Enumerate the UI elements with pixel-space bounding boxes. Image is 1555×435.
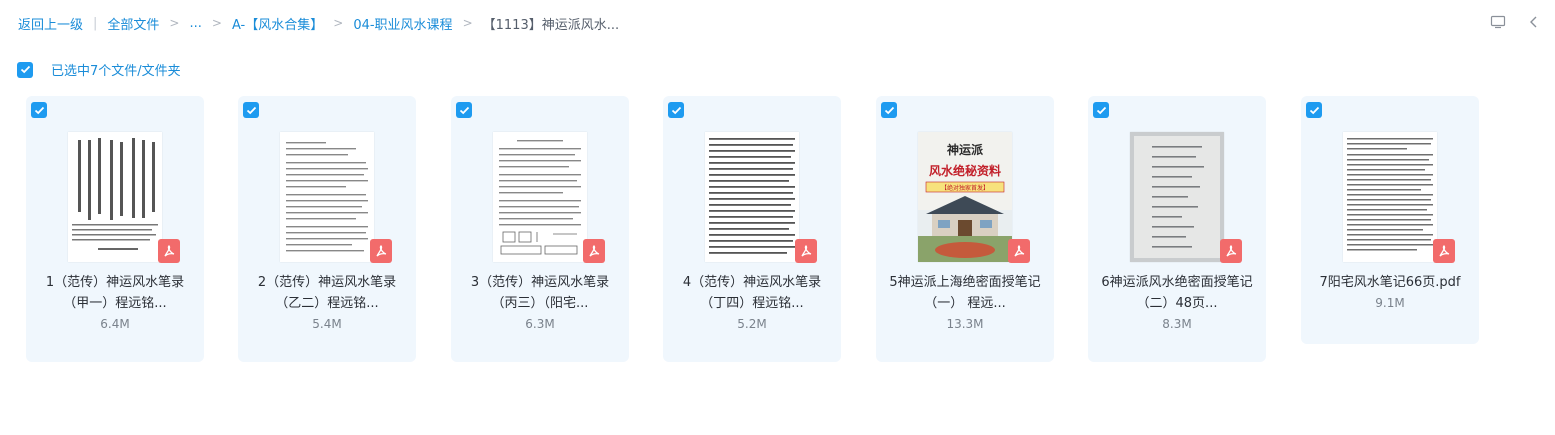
cover-title: 神运派 [947,142,984,157]
breadcrumb-separator: > [211,16,222,30]
file-thumbnail [1130,132,1224,262]
file-card[interactable]: 6神运派风水绝密面授笔记 （二）48页... 8.3M [1088,96,1266,362]
breadcrumb-separator: > [169,16,180,30]
pdf-icon [1433,239,1455,263]
file-thumbnail [68,132,162,262]
chevron-left-icon[interactable] [1525,13,1543,31]
file-checkbox[interactable] [1093,102,1109,118]
view-controls [1489,13,1543,31]
file-card[interactable]: 神运派 风水绝秘资料 【绝对独家首发】 5神运派上海绝密面授笔记 （一） 程远..… [876,96,1054,362]
file-thumbnail [1343,132,1437,262]
file-card[interactable]: 3（范传）神运风水笔录 （丙三）（阳宅... 6.3M [451,96,629,362]
file-name: 2（范传）神运风水笔录 （乙二）程远铭... [257,275,397,311]
file-checkbox[interactable] [1306,102,1322,118]
selection-bar: 已选中7个文件/文件夹 [17,60,181,79]
file-checkbox[interactable] [456,102,472,118]
file-thumbnail [493,132,587,262]
cover-subtitle: 风水绝秘资料 [929,163,1001,178]
file-checkbox[interactable] [243,102,259,118]
check-icon [884,106,894,114]
pdf-icon [795,239,817,263]
check-icon [20,65,30,74]
pdf-icon [583,239,605,263]
file-size: 8.3M [1162,317,1192,331]
check-icon [459,106,469,114]
file-name: 1（范传）神运风水笔录 （甲一）程远铭... [45,275,185,311]
file-checkbox[interactable] [881,102,897,118]
file-size: 6.3M [525,317,555,331]
file-card[interactable]: 2（范传）神运风水笔录 （乙二）程远铭... 5.4M [238,96,416,362]
file-checkbox[interactable] [31,102,47,118]
file-checkbox[interactable] [668,102,684,118]
breadcrumb-separator: > [333,16,344,30]
file-size: 5.2M [737,317,767,331]
check-icon [246,106,256,114]
cover-band: 【绝对独家首发】 [941,184,989,192]
breadcrumb-all-files[interactable]: 全部文件 [107,14,159,33]
breadcrumb-current: 【1113】神运派风水... [482,17,620,33]
check-icon [34,106,44,114]
breadcrumb-folder-fengshui[interactable]: A-【风水合集】 [232,14,323,33]
file-name: 3（范传）神运风水笔录 （丙三）（阳宅... [470,275,610,311]
file-size: 13.3M [946,317,984,331]
file-size: 9.1M [1375,296,1405,310]
pdf-icon [1220,239,1242,263]
select-all-checkbox[interactable] [17,61,33,78]
file-card[interactable]: 7阳宅风水笔记66页.pdf 9.1M [1301,96,1479,344]
file-name: 6神运派风水绝密面授笔记 （二）48页... [1101,275,1253,311]
file-thumbnail [705,132,799,262]
file-thumbnail: 神运派 风水绝秘资料 【绝对独家首发】 [918,132,1012,262]
breadcrumb-ellipsis[interactable]: ... [189,16,201,31]
check-icon [1096,106,1106,114]
breadcrumb: 返回上一级 | 全部文件 > ... > A-【风水合集】 > 04-职业风水课… [18,12,619,34]
pdf-icon [158,239,180,263]
file-card[interactable]: 1（范传）神运风水笔录 （甲一）程远铭... 6.4M [26,96,204,362]
file-name: 4（范传）神运风水笔录 （丁四）程远铭... [682,275,822,311]
pdf-icon [1008,239,1030,263]
file-size: 6.4M [100,317,130,331]
file-thumbnail [280,132,374,262]
back-link[interactable]: 返回上一级 [18,14,83,33]
file-name: 7阳宅风水笔记66页.pdf [1319,275,1461,290]
monitor-icon[interactable] [1489,13,1507,31]
pdf-icon [370,239,392,263]
breadcrumb-divider: | [93,15,98,31]
check-icon [1309,106,1319,114]
breadcrumb-folder-course[interactable]: 04-职业风水课程 [353,14,452,33]
check-icon [671,106,681,114]
file-name: 5神运派上海绝密面授笔记 （一） 程远... [889,275,1041,311]
selection-count: 已选中7个文件/文件夹 [51,64,181,79]
file-size: 5.4M [312,317,342,331]
breadcrumb-separator: > [462,16,473,30]
file-card[interactable]: 4（范传）神运风水笔录 （丁四）程远铭... 5.2M [663,96,841,362]
